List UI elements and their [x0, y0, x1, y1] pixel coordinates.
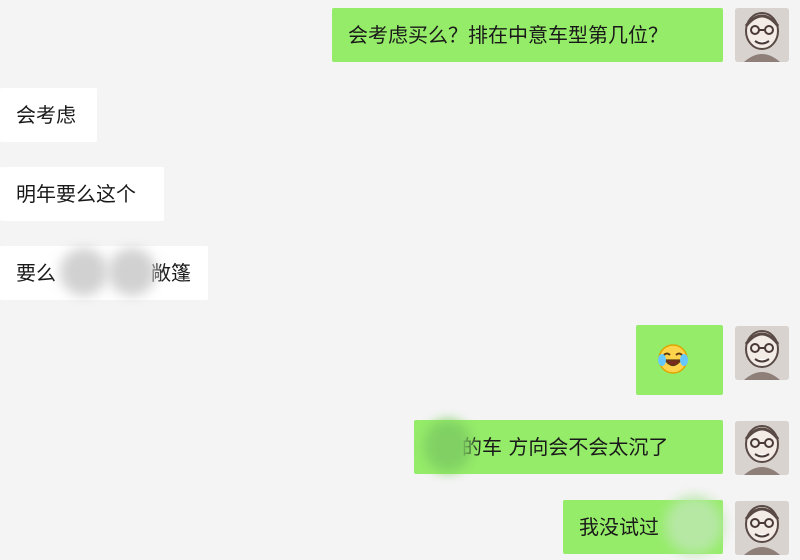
message-text-end: 敞篷: [151, 261, 191, 285]
chat-bubble-received-2[interactable]: 明年要么这个: [0, 167, 164, 221]
message-text: 会考虑买么？排在中意车型第几位？: [348, 23, 668, 47]
chat-bubble-received-1[interactable]: 会考虑: [0, 88, 97, 142]
chat-bubble-sent-1[interactable]: 会考虑买么？排在中意车型第几位？: [332, 8, 723, 62]
redaction-blur: [665, 496, 723, 554]
avatar[interactable]: [735, 8, 789, 62]
cartoon-man-avatar-icon: [735, 326, 789, 380]
avatar[interactable]: [735, 501, 789, 555]
message-text-start: 要么: [16, 261, 56, 285]
message-text: 会考虑: [16, 103, 76, 127]
cartoon-man-avatar-icon: [735, 421, 789, 475]
message-text: 明年要么这个: [16, 182, 136, 206]
avatar[interactable]: [735, 421, 789, 475]
message-text: 我没试过: [579, 515, 659, 539]
redaction-blur-left: [60, 248, 108, 296]
avatar[interactable]: [735, 326, 789, 380]
cartoon-man-avatar-icon: [735, 8, 789, 62]
face-with-tears-of-joy-icon: [658, 344, 688, 374]
message-text: 的车 方向会不会太沉了: [462, 435, 669, 459]
redaction-blur-right: [108, 248, 156, 296]
cartoon-man-avatar-icon: [735, 501, 789, 555]
redaction-blur: [424, 420, 472, 472]
